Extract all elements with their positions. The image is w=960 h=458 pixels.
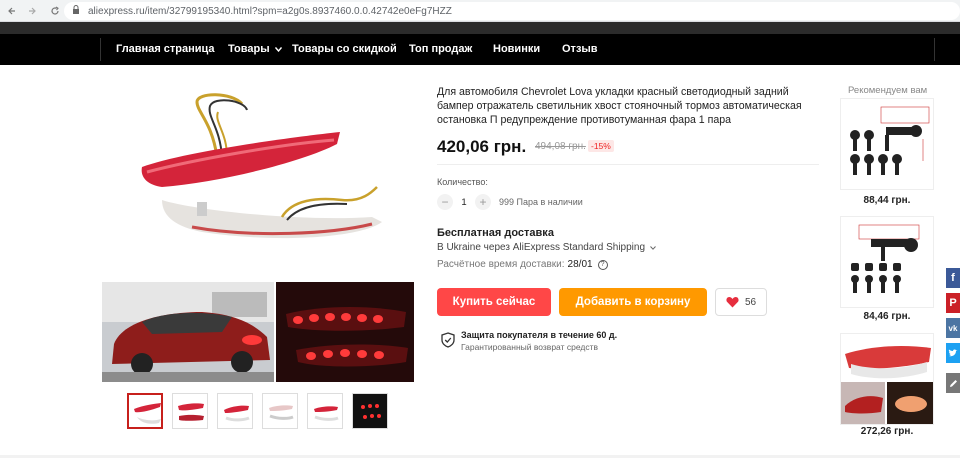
quantity-stepper: − 1 + 999 Пара в наличии [437,194,583,210]
wishlist-button[interactable]: 56 [715,288,767,316]
buy-now-button[interactable]: Купить сейчас [437,288,551,316]
url-text: aliexpress.ru/item/32799195340.html?spm=… [88,5,452,17]
wish-count: 56 [744,296,757,308]
nav-top-sales[interactable]: Топ продаж [409,43,472,55]
add-to-cart-button[interactable]: Добавить в корзину [559,288,707,316]
car-photo[interactable] [102,282,274,382]
thumbnail[interactable] [172,393,208,429]
discount-badge: -15% [588,140,614,152]
quantity-label: Количество: [437,177,488,187]
nav-products-label: Товары [228,43,270,55]
chevron-down-icon [274,47,282,53]
heart-icon [726,297,739,308]
recommended-price: 88,44 грн. [863,195,911,206]
browser-toolbar: aliexpress.ru/item/32799195340.html?spm=… [0,0,960,22]
lamps-lit-photo[interactable] [276,282,414,382]
store-navbar: Главная страница Товары Товары со скидко… [0,34,960,65]
shield-icon [441,332,455,348]
lock-icon [72,5,80,17]
buyer-protection: Защита покупателя в течение 60 д. Гарант… [441,330,617,352]
thumbnail[interactable] [127,393,163,429]
nav-home[interactable]: Главная страница [116,43,215,55]
divider [437,164,819,165]
decrease-button[interactable]: − [437,194,453,210]
vk-icon[interactable]: vk [946,318,960,338]
shipping-detail[interactable]: В Ukraine через AliExpress Standard Ship… [437,242,656,253]
delivery-label: Расчётное время доставки: [437,259,565,270]
twitter-icon[interactable] [946,343,960,363]
stock-text: 999 Пара в наличии [499,197,583,207]
back-icon[interactable] [0,0,22,22]
forward-icon[interactable] [22,0,44,22]
recommended-item-image[interactable] [840,98,934,190]
increase-button[interactable]: + [475,194,491,210]
product-price: 420,06 грн. [437,137,527,156]
nav-reviews[interactable]: Отзыв [562,43,598,55]
nav-divider [934,38,935,61]
reload-icon[interactable] [44,0,66,22]
edit-icon[interactable] [946,373,960,393]
thumbnail[interactable] [217,393,253,429]
shipping-title: Бесплатная доставка [437,227,554,239]
delivery-estimate: Расчётное время доставки: 28/01 ? [437,259,608,270]
old-price: 494,08 грн. [535,141,586,152]
chevron-down-icon [649,246,656,250]
recommended-item-image[interactable] [840,333,934,425]
delivery-date: 28/01 [567,259,593,270]
thumbnail[interactable] [307,393,343,429]
nav-new[interactable]: Новинки [493,43,540,55]
nav-discounts[interactable]: Товары со скидкой [292,43,397,55]
facebook-icon[interactable]: f [946,268,960,288]
address-bar[interactable]: aliexpress.ru/item/32799195340.html?spm=… [64,2,960,20]
help-icon[interactable]: ? [597,259,608,270]
product-title: Для автомобиля Chevrolet Lova укладки кр… [437,86,802,126]
pinterest-icon[interactable]: P [946,293,960,313]
quantity-input[interactable]: 1 [453,197,475,208]
page-header-strip [0,22,960,34]
recommended-item-image[interactable] [840,216,934,308]
recommended-title: Рекомендуем вам [848,85,928,96]
thumbnail[interactable] [352,393,388,429]
main-product-image[interactable] [102,82,413,277]
protection-title: Защита покупателя в течение 60 д. [461,330,618,340]
nav-products[interactable]: Товары [228,43,282,55]
shipping-detail-text: В Ukraine через AliExpress Standard Ship… [437,242,646,253]
recommended-price: 84,46 грн. [863,311,911,322]
protection-subtitle: Гарантированный возврат средств [461,342,598,352]
nav-divider [100,38,101,61]
recommended-price: 272,26 грн. [860,426,914,437]
thumbnail[interactable] [262,393,298,429]
